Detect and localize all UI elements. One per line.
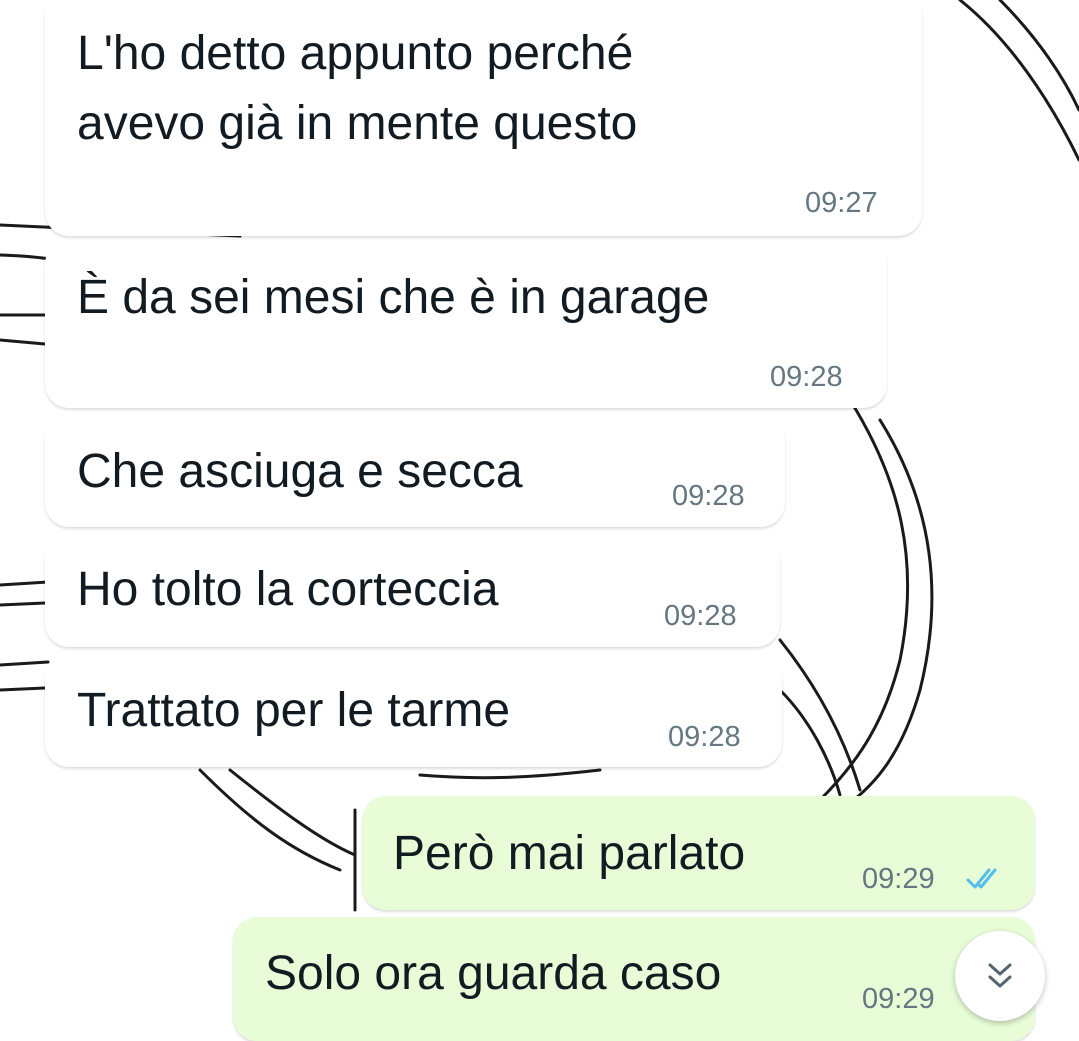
message-timestamp: 09:29 [862,863,935,895]
message-timestamp: 09:28 [664,600,737,632]
message-timestamp: 09:28 [770,361,843,393]
message-timestamp: 09:28 [668,721,741,753]
message-text: È da sei mesi che è in garage [77,271,710,324]
double-chevron-down-icon [988,963,1012,988]
message-timestamp: 09:27 [805,187,878,219]
message-text: Però mai parlato [393,827,746,880]
message-text: Che asciuga e secca [77,445,523,498]
message-text: Trattato per le tarme [77,684,511,737]
message-timestamp: 09:28 [672,480,745,512]
read-receipt-icon [966,868,997,889]
message-text: L'ho detto appunto perché [77,27,634,80]
message-text: Ho tolto la corteccia [77,563,499,616]
message-text: avevo già in mente questo [77,97,638,150]
message-text: Solo ora guarda caso [265,947,722,1000]
scroll-to-bottom-button[interactable] [955,931,1045,1021]
message-timestamp: 09:29 [862,983,935,1015]
